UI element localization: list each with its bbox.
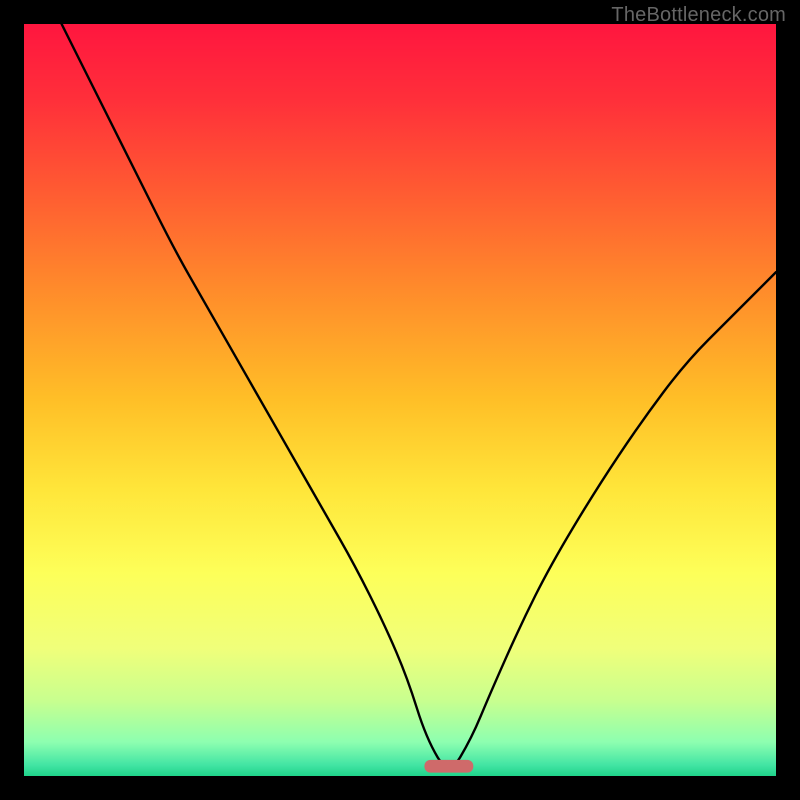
chart-svg	[24, 24, 776, 776]
plot-area	[24, 24, 776, 776]
watermark-text: TheBottleneck.com	[611, 4, 786, 27]
chart-frame: TheBottleneck.com	[0, 0, 800, 800]
optimum-marker	[424, 760, 473, 773]
